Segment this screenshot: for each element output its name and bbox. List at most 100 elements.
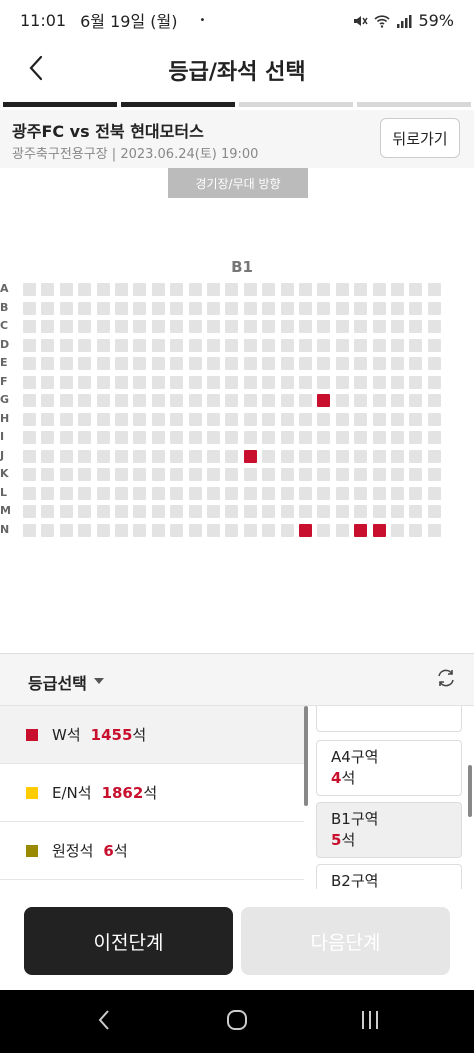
caret-down-icon[interactable] (94, 678, 104, 684)
system-nav-bar (0, 990, 474, 1053)
seat-sold (409, 283, 423, 296)
seat-sold (427, 449, 441, 463)
seat-sold (372, 320, 386, 333)
grade-color-swatch (26, 786, 38, 799)
seat-sold (335, 338, 349, 352)
wifi-icon (374, 13, 390, 28)
seat-sold (115, 486, 128, 500)
seat-sold (262, 394, 276, 407)
zone-item[interactable]: B2구역 (316, 864, 462, 889)
seat-sold (23, 375, 36, 389)
row-label: K (0, 467, 9, 480)
refresh-button[interactable] (432, 666, 460, 694)
seat-available[interactable] (243, 449, 257, 463)
grade-unit: 석 (132, 726, 147, 744)
mute-icon (352, 13, 369, 27)
seat-sold (354, 505, 368, 518)
seat-sold (317, 320, 331, 333)
seat-sold (170, 320, 184, 333)
seat-available[interactable] (372, 523, 386, 537)
stage-direction-label: 경기장/무대 방향 (168, 168, 308, 198)
seat-sold (115, 320, 128, 333)
seat-sold (41, 338, 55, 352)
seat-sold (335, 320, 349, 333)
seat-sold (207, 320, 220, 333)
seat-sold (243, 505, 257, 518)
seat-sold (23, 486, 36, 500)
grade-item[interactable]: W석 1455 석 (0, 706, 304, 764)
seat-sold (133, 394, 147, 407)
zone-count: 5 (331, 831, 342, 849)
seat-sold (280, 283, 294, 296)
seat-sold (133, 468, 147, 481)
seat-sold (188, 449, 202, 463)
seat-sold (409, 523, 423, 537)
seat-sold (78, 338, 92, 352)
seat-available[interactable] (317, 394, 331, 407)
seat-sold (133, 486, 147, 500)
nav-recents-button[interactable] (350, 1002, 390, 1042)
row-label: C (0, 319, 9, 332)
zone-item[interactable]: A4구역 4석 (316, 740, 462, 796)
seat-available[interactable] (354, 523, 368, 537)
previous-step-button[interactable]: 이전단계 (24, 907, 233, 975)
grade-item[interactable]: E/N석 1862 석 (0, 764, 304, 822)
seat-sold (188, 486, 202, 500)
page-header: 등급/좌석 선택 (0, 40, 474, 100)
next-step-button[interactable]: 다음단계 (241, 907, 450, 975)
seat-sold (188, 394, 202, 407)
seat-sold (299, 394, 312, 407)
row-label: I (0, 430, 5, 443)
seat-sold (409, 468, 423, 481)
seat-sold (41, 505, 55, 518)
seat-sold (372, 394, 386, 407)
nav-home-button[interactable] (217, 1002, 257, 1042)
back-button[interactable] (16, 50, 56, 90)
go-back-button[interactable]: 뒤로가기 (380, 118, 460, 158)
row-label: D (0, 337, 10, 351)
seat-sold (299, 505, 312, 518)
seat-sold (243, 283, 257, 296)
seat-sold (243, 301, 257, 315)
seat-sold (335, 412, 349, 426)
seat-sold (188, 357, 202, 370)
seat-sold (170, 283, 184, 296)
seat-sold (409, 357, 423, 370)
section-label: B1 (231, 258, 253, 276)
zone-item[interactable]: B1구역 5석 (316, 802, 462, 858)
seat-sold (23, 283, 36, 296)
row-label: A (0, 282, 9, 295)
seat-sold (151, 375, 165, 389)
grade-list-scrollbar[interactable] (304, 706, 308, 806)
zone-count: 4 (331, 769, 342, 787)
seat-sold (262, 375, 276, 389)
zone-item[interactable]: 76석 (316, 706, 462, 732)
seat-sold (225, 431, 239, 444)
grade-item[interactable]: 원정석 6 석 (0, 822, 304, 880)
seat-sold (133, 449, 147, 463)
seat-sold (41, 375, 55, 389)
row-label: B (0, 300, 9, 314)
seat-sold (170, 449, 184, 463)
seat-sold (41, 523, 55, 537)
seat-sold (409, 338, 423, 352)
grade-select-title[interactable]: 등급선택 (28, 670, 87, 694)
seat-sold (409, 505, 423, 518)
seat-sold (299, 431, 312, 444)
nav-back-icon (97, 1009, 111, 1035)
seat-available[interactable] (299, 523, 312, 537)
seat-sold (96, 468, 110, 481)
seat-sold (354, 431, 368, 444)
seat-sold (207, 394, 220, 407)
seat-sold (170, 375, 184, 389)
seat-sold (207, 523, 220, 537)
match-title: 광주FC vs 전북 현대모터스 (12, 122, 204, 141)
seat-sold (262, 301, 276, 315)
seat-sold (262, 320, 276, 333)
nav-back-button[interactable] (84, 1002, 124, 1042)
status-time: 11:01 (20, 10, 67, 30)
seat-sold (188, 431, 202, 444)
seat-sold (354, 301, 368, 315)
zone-list-scrollbar[interactable] (468, 765, 472, 817)
seat-sold (170, 412, 184, 426)
